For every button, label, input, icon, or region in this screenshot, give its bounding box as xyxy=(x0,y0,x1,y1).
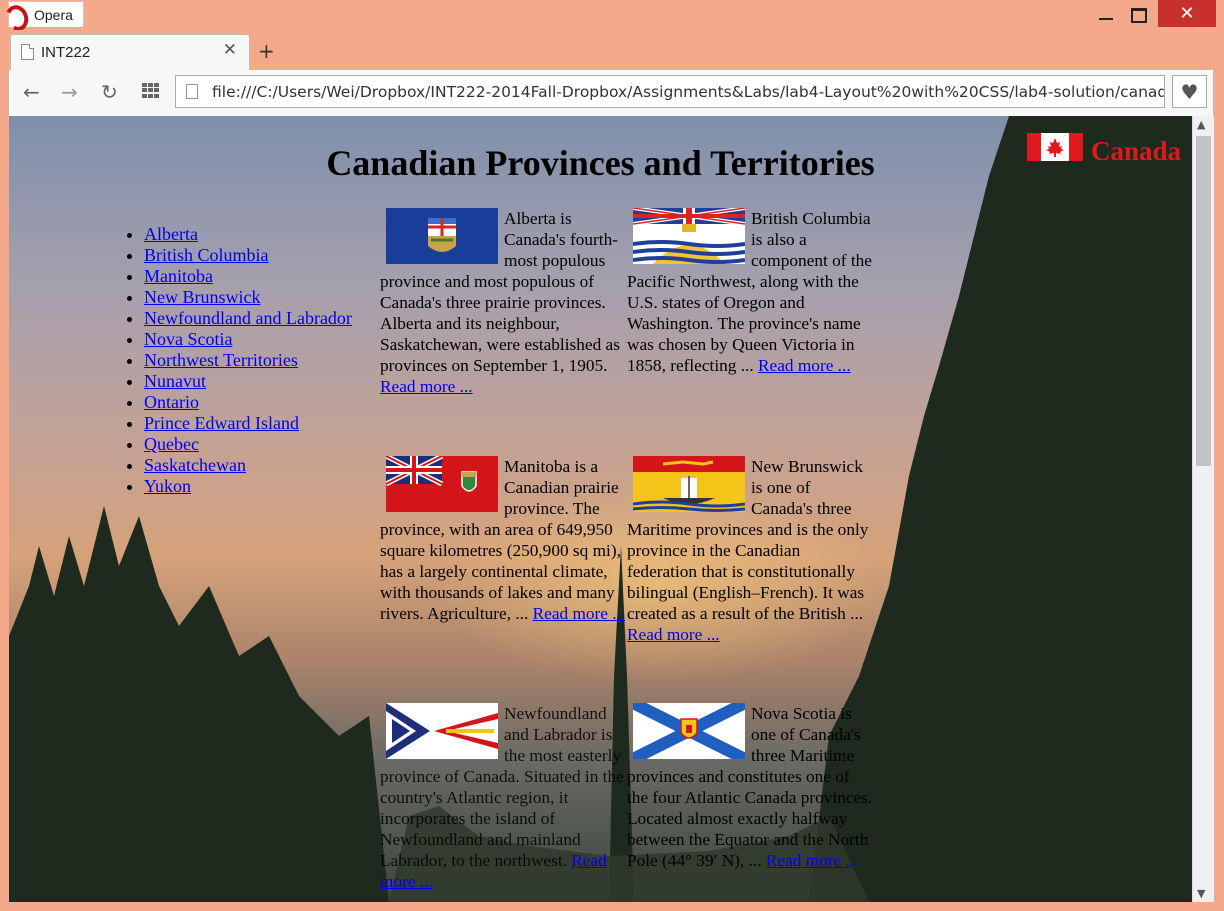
list-item: Newfoundland and Labrador xyxy=(144,308,352,329)
page-file-icon xyxy=(186,84,198,99)
list-item: Nova Scotia xyxy=(144,329,352,350)
nav-link-nova-scotia[interactable]: Nova Scotia xyxy=(144,329,232,349)
read-more-link[interactable]: Read more ... xyxy=(380,377,473,396)
british-columbia-flag-icon xyxy=(633,208,745,264)
scrollbar-thumb[interactable] xyxy=(1196,136,1211,466)
title-bar: Opera ✕ xyxy=(0,0,1224,30)
tab-strip: INT222 ✕ xyxy=(0,30,1224,70)
read-more-link[interactable]: Read more ... xyxy=(766,851,859,870)
brand-name: Canada xyxy=(1091,136,1182,166)
page-title: Canadian Provinces and Territories xyxy=(326,143,875,183)
tab-int222[interactable]: INT222 ✕ xyxy=(10,34,250,70)
manitoba-flag-icon xyxy=(386,456,498,512)
nav-link-newfoundland[interactable]: Newfoundland and Labrador xyxy=(144,308,352,328)
tab-title: INT222 xyxy=(41,44,91,61)
province-nav: Alberta British Columbia Manitoba New Br… xyxy=(119,224,352,497)
list-item: Northwest Territories xyxy=(144,350,352,371)
newfoundland-flag-icon xyxy=(386,703,498,759)
alberta-flag-icon xyxy=(386,208,498,264)
app-name: Opera xyxy=(34,6,73,23)
nav-link-british-columbia[interactable]: British Columbia xyxy=(144,245,269,265)
reload-icon[interactable]: ↻ xyxy=(101,80,118,104)
bookmark-heart-icon[interactable]: ♥ xyxy=(1172,75,1207,108)
nav-link-saskatchewan[interactable]: Saskatchewan xyxy=(144,455,246,475)
document-icon xyxy=(21,44,34,60)
nav-link-pei[interactable]: Prince Edward Island xyxy=(144,413,299,433)
list-item: Nunavut xyxy=(144,371,352,392)
opera-logo-icon xyxy=(8,4,26,26)
list-item: Prince Edward Island xyxy=(144,413,352,434)
scroll-up-arrow-icon[interactable]: ▲ xyxy=(1197,118,1205,131)
province-card-british-columbia: British Columbia is also a component of … xyxy=(627,208,874,376)
nav-link-manitoba[interactable]: Manitoba xyxy=(144,266,213,286)
read-more-link[interactable]: Read more ... xyxy=(533,604,626,623)
list-item: Quebec xyxy=(144,434,352,455)
canada-brand[interactable]: Canada xyxy=(1027,127,1181,167)
read-more-link[interactable]: Read more ... xyxy=(758,356,851,375)
maximize-button[interactable] xyxy=(1126,0,1152,30)
nav-link-quebec[interactable]: Quebec xyxy=(144,434,199,454)
nav-link-nunavut[interactable]: Nunavut xyxy=(144,371,206,391)
list-item: Yukon xyxy=(144,476,352,497)
province-card-alberta: Alberta is Canada's fourth-most populous… xyxy=(380,208,627,397)
nav-link-alberta[interactable]: Alberta xyxy=(144,224,198,244)
province-card-nova-scotia: Nova Scotia is one of Canada's three Mar… xyxy=(627,703,874,871)
read-more-link[interactable]: Read more ... xyxy=(627,625,720,644)
back-arrow-icon[interactable]: ← xyxy=(23,80,40,104)
list-item: Saskatchewan xyxy=(144,455,352,476)
nova-scotia-flag-icon xyxy=(633,703,745,759)
new-tab-button[interactable]: + xyxy=(258,39,275,63)
list-item: Ontario xyxy=(144,392,352,413)
browser-toolbar: ← → ↻ file:///C:/Users/Wei/Dropbox/INT22… xyxy=(8,70,1214,116)
list-item: Manitoba xyxy=(144,266,352,287)
list-item: New Brunswick xyxy=(144,287,352,308)
nav-link-ontario[interactable]: Ontario xyxy=(144,392,199,412)
opera-menu-button[interactable]: Opera xyxy=(8,1,84,27)
address-url[interactable]: file:///C:/Users/Wei/Dropbox/INT222-2014… xyxy=(212,83,1164,101)
close-window-button[interactable]: ✕ xyxy=(1158,0,1216,27)
speed-dial-grid-icon[interactable] xyxy=(142,83,159,98)
canada-flag-icon xyxy=(1027,133,1083,161)
nav-link-northwest-territories[interactable]: Northwest Territories xyxy=(144,350,298,370)
nav-link-yukon[interactable]: Yukon xyxy=(144,476,191,496)
minimize-button[interactable] xyxy=(1093,0,1119,30)
new-brunswick-flag-icon xyxy=(633,456,745,512)
list-item: British Columbia xyxy=(144,245,352,266)
vertical-scrollbar[interactable]: ▲ ▼ xyxy=(1192,116,1214,902)
nav-link-new-brunswick[interactable]: New Brunswick xyxy=(144,287,260,307)
scroll-down-arrow-icon[interactable]: ▼ xyxy=(1197,887,1205,900)
forward-arrow-icon[interactable]: → xyxy=(61,80,78,104)
list-item: Alberta xyxy=(144,224,352,245)
province-card-newfoundland: Newfoundland and Labrador is the most ea… xyxy=(380,703,627,892)
province-card-new-brunswick: New Brunswick is one of Canada's three M… xyxy=(627,456,874,645)
window-bottom-border xyxy=(0,902,1224,911)
address-bar[interactable]: file:///C:/Users/Wei/Dropbox/INT222-2014… xyxy=(175,75,1165,108)
province-card-manitoba: Manitoba is a Canadian prairie province.… xyxy=(380,456,627,624)
tab-close-icon[interactable]: ✕ xyxy=(223,40,237,60)
page-viewport: Canadian Provinces and Territories Canad… xyxy=(9,116,1192,902)
